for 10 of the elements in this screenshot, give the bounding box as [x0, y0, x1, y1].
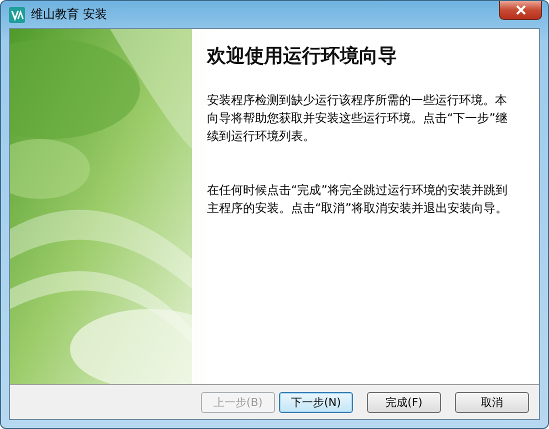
wizard-heading: 欢迎使用运行环境向导	[207, 44, 398, 69]
close-button[interactable]	[499, 1, 542, 20]
description-text: 安装程序检测到缺少运行该程序所需的一些运行环境。本向导将帮助您获取并安装这些运行环境。点击“下一步”继续到运行环境列表。	[207, 92, 508, 145]
window-title: 维山教育 安装	[31, 6, 107, 23]
wizard-button[interactable]: 取消	[455, 392, 529, 412]
wizard-button[interactable]: 完成(F)	[367, 392, 441, 412]
description-text: 在任何时候点击“完成”将完全跳过运行环境的安装并跳到主程序的安装。点击“取消”将取消安装并退出安装向导。	[207, 182, 508, 217]
wizard-button[interactable]: 下一步(N)	[279, 392, 353, 412]
app-icon	[9, 6, 25, 22]
close-icon	[516, 5, 526, 15]
